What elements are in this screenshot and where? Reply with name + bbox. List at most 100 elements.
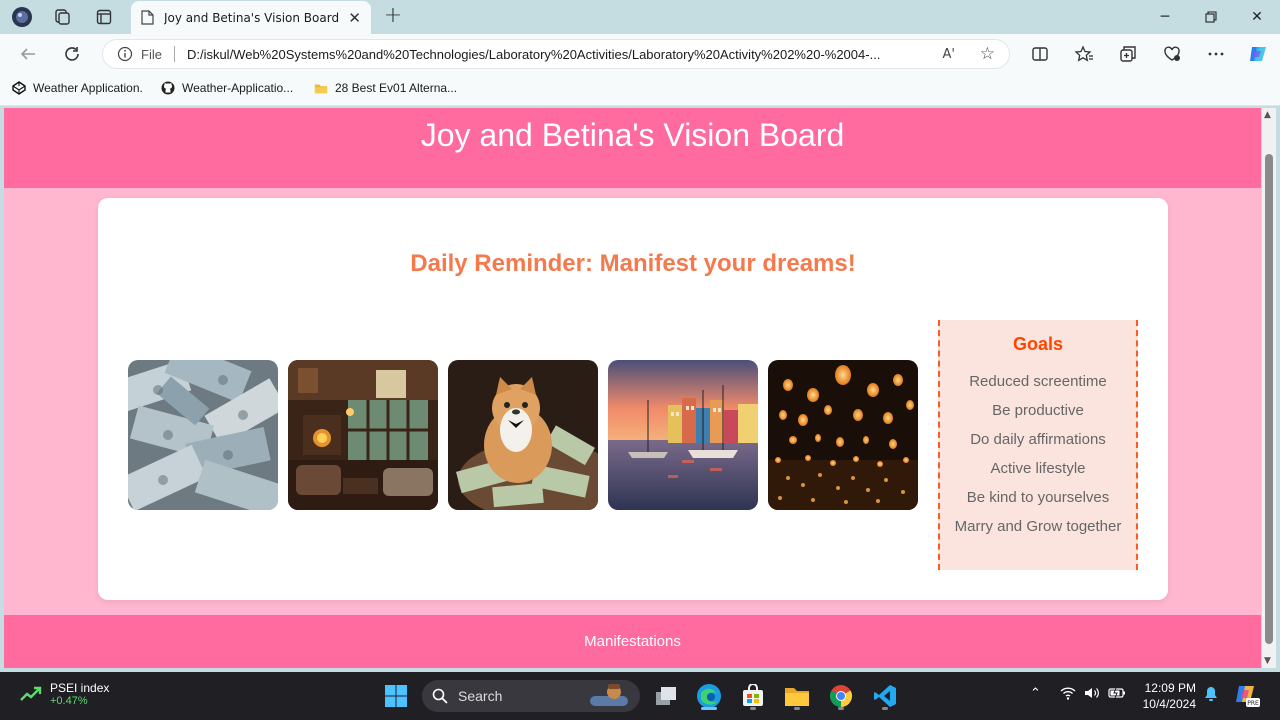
bookmarks-bar: Weather Application. Weather-Applicatio.… [0,74,1280,106]
system-clock[interactable]: 12:09 PM 10/4/2024 [1140,680,1196,712]
volume-icon[interactable] [1084,686,1100,704]
goal-item: Reduced screentime [969,373,1107,390]
workspaces-icon[interactable] [48,3,76,31]
stock-name: PSEI index [50,681,110,695]
github-icon [161,81,175,95]
copilot-icon[interactable] [1246,42,1270,66]
tab-actions-icon[interactable] [90,3,118,31]
close-window-button[interactable]: ✕ [1234,0,1280,34]
restore-button[interactable] [1188,0,1234,34]
bookmark-weather-github[interactable]: Weather-Applicatio... [161,81,293,95]
page-title: Joy and Betina's Vision Board [420,116,845,153]
tab-title: Joy and Betina's Vision Board [164,10,340,25]
vision-photo-money [128,360,278,510]
wifi-icon[interactable] [1060,686,1076,704]
clock-time: 12:09 PM [1144,681,1196,695]
clock-date: 10/4/2024 [1142,697,1196,711]
running-app-indicator [750,707,756,710]
favorites-icon[interactable] [1072,42,1096,66]
minimize-button[interactable]: ─ [1142,0,1188,34]
notification-bell-icon[interactable] [1204,686,1218,706]
store-icon [743,684,763,706]
folder-icon [785,688,809,706]
collections-icon[interactable] [1116,42,1140,66]
stock-widget[interactable]: PSEI index +0.47% [20,681,109,707]
read-aloud-icon[interactable]: A' [943,47,955,62]
tab-vision-board[interactable]: Joy and Betina's Vision Board ✕ [131,1,371,34]
footer-text: Manifestations [584,633,681,650]
bookmark-label: Weather-Applicatio... [182,81,294,95]
favorite-star-icon[interactable]: ☆ [980,44,995,64]
back-icon[interactable] [16,42,40,66]
store-taskbar-button[interactable] [737,680,769,712]
codepen-icon [12,81,26,95]
goal-item: Active lifestyle [990,460,1086,477]
windows-icon [385,685,407,707]
vscode-taskbar-button[interactable] [869,680,901,712]
running-app-indicator [838,707,844,710]
search-highlight-icon [590,684,628,706]
more-options-icon[interactable] [1204,42,1228,66]
scroll-up-arrow-icon[interactable]: ▲ [1264,110,1271,120]
page-viewport: Joy and Betina's Vision Board Daily Remi… [4,108,1261,668]
page-scrollbar[interactable]: ▲ ▼ [1262,108,1276,668]
url-text[interactable]: D:/iskul/Web%20Systems%20and%20Technolog… [187,47,922,62]
chrome-taskbar-button[interactable] [825,680,857,712]
task-view-button[interactable] [650,680,682,712]
svg-text:PRE: PRE [1247,700,1259,707]
scrollbar-thumb[interactable] [1265,154,1273,644]
vision-board-card: Daily Reminder: Manifest your dreams! Go… [98,198,1168,600]
page-icon [141,10,154,25]
profile-avatar[interactable] [8,3,36,31]
bookmark-label: Weather Application. [33,81,143,95]
vision-photo-harbor [608,360,758,510]
task-view-icon [656,687,676,705]
running-app-indicator [794,707,800,710]
goals-list: Reduced screentime Be productive Do dail… [940,371,1136,537]
refresh-icon[interactable] [60,42,84,66]
edge-taskbar-button[interactable] [693,680,725,712]
site-footer: Manifestations [4,615,1261,668]
bookmark-ev01-alternatives[interactable]: 28 Best Ev01 Alterna... [314,81,457,95]
goal-item: Be productive [992,402,1084,419]
split-screen-icon[interactable] [1028,42,1052,66]
url-bar[interactable]: File D:/iskul/Web%20Systems%20and%20Tech… [102,39,1010,69]
goals-panel: Goals Reduced screentime Be productive D… [938,320,1138,570]
battery-icon[interactable] [1108,686,1126,704]
url-scheme-label: File [141,46,162,62]
vision-photo-cozy-room [288,360,438,510]
goal-item: Be kind to yourselves [966,489,1110,506]
copilot-pre-icon[interactable]: PRE [1234,682,1260,712]
daily-reminder-heading: Daily Reminder: Manifest your dreams! [410,250,856,277]
address-toolbar: File D:/iskul/Web%20Systems%20and%20Tech… [0,34,1280,74]
chrome-icon [830,685,852,707]
bookmark-label: 28 Best Ev01 Alterna... [335,81,458,95]
search-placeholder: Search [458,688,503,704]
folder-icon [314,84,328,94]
info-icon[interactable] [117,46,133,62]
running-app-indicator [882,707,888,710]
site-header: Joy and Betina's Vision Board [4,108,1261,188]
vscode-icon [874,685,896,707]
browser-essentials-icon[interactable] [1160,42,1184,66]
stock-chart-icon [20,686,42,701]
windows-taskbar: PSEI index +0.47% Search ⌃ 12:09 PM 10/4… [0,672,1280,720]
taskbar-search[interactable]: Search [422,680,640,712]
edge-icon [697,684,721,708]
scroll-down-arrow-icon[interactable]: ▼ [1264,656,1271,666]
start-button[interactable] [380,680,412,712]
browser-tab-bar: Joy and Betina's Vision Board ✕ + ─ ✕ [0,0,1280,34]
goal-item: Do daily affirmations [970,431,1106,448]
bookmark-weather-application[interactable]: Weather Application. [12,81,143,95]
new-tab-button[interactable]: + [380,4,406,30]
vision-photo-cat-money [448,360,598,510]
stock-change: +0.47% [50,695,88,707]
search-icon [432,688,448,704]
close-tab-icon[interactable]: ✕ [348,9,361,27]
goal-item: Marry and Grow together [954,518,1122,535]
vision-photo-lanterns [768,360,918,510]
url-divider [173,46,175,62]
show-hidden-icons-chevron-icon[interactable]: ⌃ [1030,686,1041,701]
file-explorer-taskbar-button[interactable] [781,680,813,712]
active-app-indicator [701,707,717,710]
